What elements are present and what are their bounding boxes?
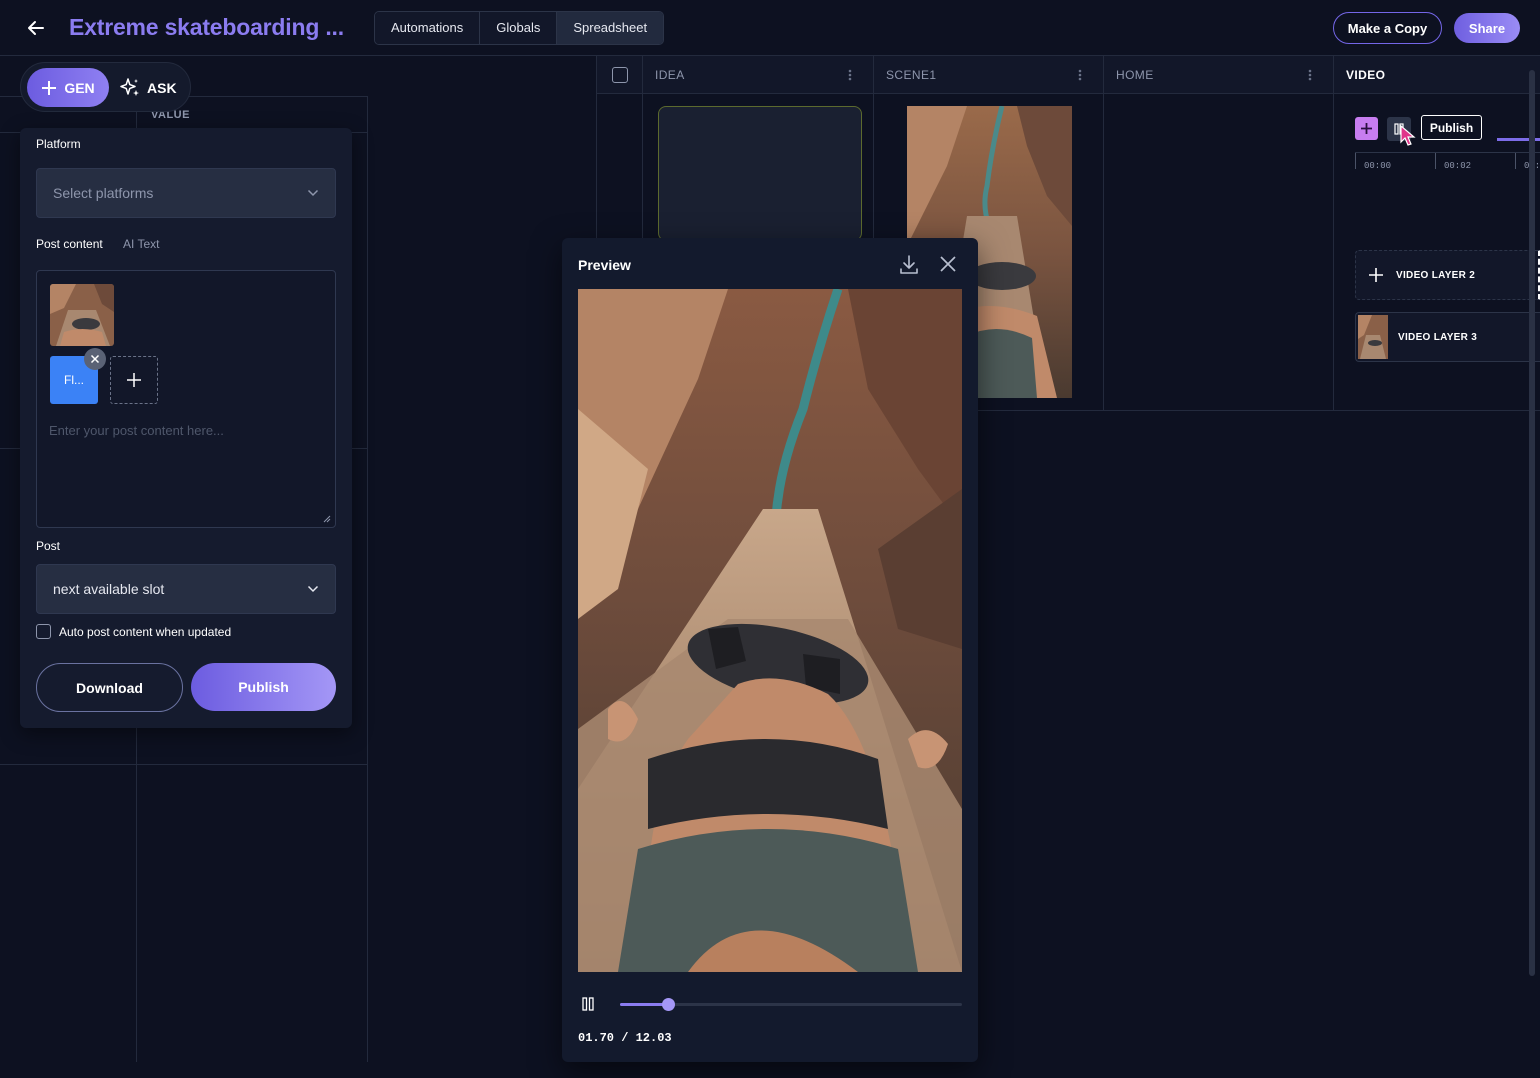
publish-button[interactable]: Publish: [191, 663, 336, 711]
layer-label: VIDEO LAYER 2: [1396, 269, 1476, 281]
platform-label: Platform: [36, 137, 81, 151]
post-content-box: Fl...: [36, 270, 336, 528]
share-button[interactable]: Share: [1454, 13, 1520, 43]
download-icon[interactable]: [898, 254, 920, 276]
post-schedule-value: next available slot: [53, 581, 165, 597]
video-layer-2[interactable]: VIDEO LAYER 2: [1355, 250, 1540, 300]
canyon-image: [50, 284, 114, 346]
post-label: Post: [36, 539, 61, 553]
auto-post-checkbox[interactable]: [36, 624, 51, 639]
media-thumbnail[interactable]: [50, 284, 114, 346]
add-layer-button[interactable]: [1355, 117, 1378, 140]
column-title: VIDEO: [1346, 68, 1386, 82]
platform-select-value: Select platforms: [53, 185, 154, 201]
plus-icon: [42, 80, 57, 95]
arrow-left-icon: [28, 21, 44, 35]
mode-switcher: GEN ASK: [20, 62, 191, 112]
auto-post-row: Auto post content when updated: [36, 624, 231, 639]
time-display: 01.70 / 12.03: [578, 1031, 672, 1045]
tab-globals[interactable]: Globals: [480, 12, 558, 44]
back-button[interactable]: [22, 14, 50, 42]
ruler-tick: [1355, 153, 1356, 169]
pause-icon[interactable]: [582, 997, 594, 1011]
top-bar: Extreme skateboarding ... Automations Gl…: [0, 0, 1540, 56]
video-frame: [578, 289, 962, 972]
add-media-button[interactable]: [110, 356, 158, 404]
column-menu-icon[interactable]: [847, 68, 853, 82]
seek-bar[interactable]: [620, 998, 962, 1011]
page-title: Extreme skateboarding ...: [69, 14, 344, 40]
gen-button[interactable]: GEN: [27, 68, 109, 107]
sparkle-icon: [120, 77, 139, 96]
remove-file-button[interactable]: [84, 348, 106, 370]
plus-icon: [1369, 268, 1383, 282]
grid-line: [0, 764, 368, 765]
layer-thumbnail: [1358, 315, 1388, 359]
plus-icon: [1361, 123, 1372, 134]
ask-button[interactable]: ASK: [119, 68, 187, 107]
publish-panel: Platform Select platforms Post content A…: [20, 128, 352, 728]
tab-automations[interactable]: Automations: [375, 12, 481, 44]
close-icon: [90, 354, 100, 364]
tab-spreadsheet[interactable]: Spreadsheet: [557, 12, 664, 44]
plus-icon: [127, 373, 141, 387]
resize-handle-icon[interactable]: [323, 515, 331, 523]
ask-label: ASK: [147, 79, 177, 96]
video-publish-button[interactable]: Publish: [1421, 115, 1482, 140]
close-icon[interactable]: [939, 255, 957, 273]
idea-cell-card[interactable]: [658, 106, 862, 241]
seek-handle[interactable]: [662, 998, 676, 1011]
layer-label: VIDEO LAYER 3: [1398, 331, 1478, 343]
make-copy-button[interactable]: Make a Copy: [1333, 12, 1442, 44]
gen-label: GEN: [64, 79, 95, 96]
post-schedule-select[interactable]: next available slot: [36, 564, 336, 614]
ai-text-link[interactable]: AI Text: [123, 237, 159, 251]
select-all-checkbox[interactable]: [612, 67, 628, 83]
column-title: IDEA: [655, 68, 685, 82]
column-title: HOME: [1116, 68, 1154, 82]
timeline-ruler[interactable]: 00:00 00:02 00:0: [1355, 152, 1540, 172]
platform-select[interactable]: Select platforms: [36, 168, 336, 218]
ruler-label: 00:02: [1444, 161, 1472, 171]
ruler-tick: [1435, 153, 1436, 169]
post-content-input[interactable]: [49, 423, 325, 518]
seek-progress: [620, 1003, 669, 1006]
post-content-label: Post content: [36, 237, 103, 251]
preview-title: Preview: [578, 257, 631, 273]
column-title: SCENE1: [886, 68, 937, 82]
video-layer-3[interactable]: VIDEO LAYER 3: [1355, 312, 1540, 362]
preview-modal: Preview 01.70 / 12.03: [562, 238, 978, 1062]
auto-post-label: Auto post content when updated: [59, 624, 232, 639]
vertical-scrollbar[interactable]: [1529, 70, 1535, 976]
chevron-down-icon: [307, 585, 319, 593]
column-menu-icon[interactable]: [1307, 68, 1313, 82]
chevron-down-icon: [307, 189, 319, 197]
view-tabs: Automations Globals Spreadsheet: [374, 11, 665, 45]
download-button[interactable]: Download: [36, 663, 183, 712]
ruler-label: 00:00: [1364, 161, 1392, 171]
column-home: HOME: [1104, 56, 1334, 411]
mouse-cursor-icon: [1400, 125, 1416, 146]
ruler-tick: [1515, 153, 1516, 169]
column-menu-icon[interactable]: [1077, 68, 1083, 82]
preview-video[interactable]: [578, 289, 962, 972]
